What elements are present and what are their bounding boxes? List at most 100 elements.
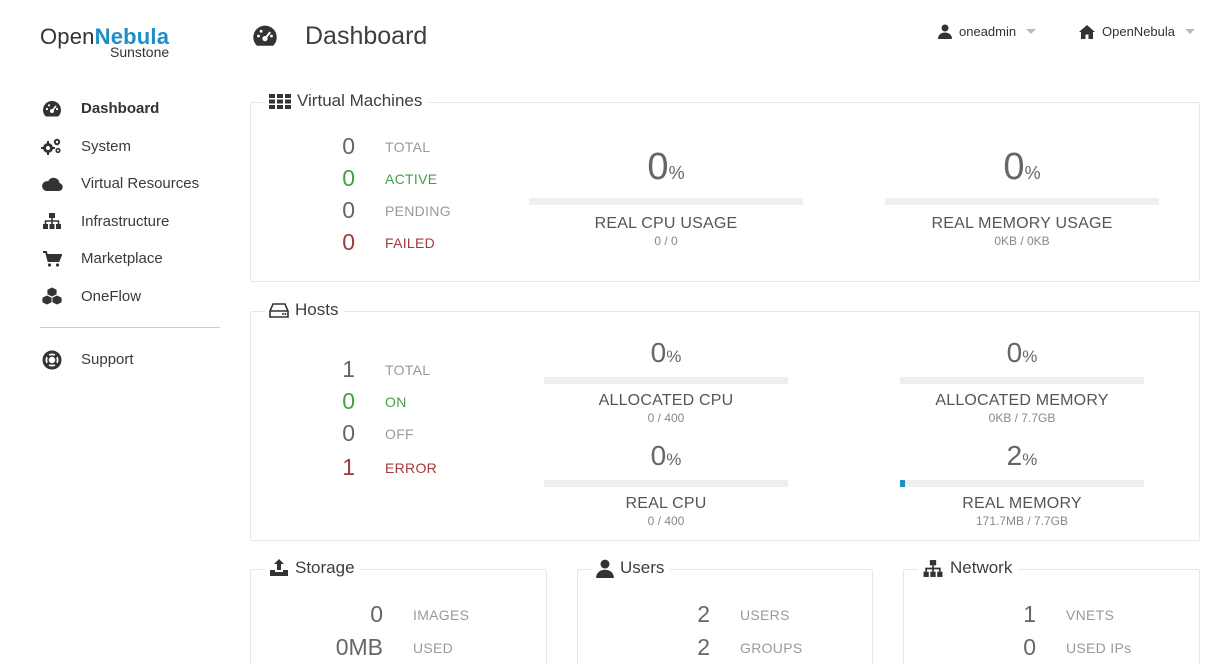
cogs-icon [40,136,64,156]
user-menu[interactable]: oneadmin [938,24,1037,39]
hosts-panel: Hosts 1 TOTAL 0 ON 0 OFF 1 ERROR 0% ALLO… [250,300,1200,541]
count-value: 0 [342,197,355,223]
zone-menu[interactable]: OpenNebula [1079,24,1195,39]
cloud-icon [40,174,64,194]
opennebula-logo[interactable]: OpenNebula Sunstone [40,24,200,60]
stat-value: 1 [1023,601,1036,627]
lifering-icon [40,350,64,370]
gauge-bar [544,480,788,487]
cart-icon [40,249,64,269]
count-label: TOTAL [385,138,431,155]
sidebar-item-label: OneFlow [81,287,142,305]
count-value: 0 [342,420,355,446]
gauge-bar [544,377,788,384]
count-label: FAILED [385,234,436,251]
gauge-value: 0 [650,440,667,471]
users-panel-header[interactable]: Users [592,558,671,578]
gauge-unit: % [666,450,682,469]
count-label: ACTIVE [385,170,438,187]
user-icon [596,559,614,578]
cubes-icon [40,286,64,306]
network-stat-vnets[interactable]: 1 VNETS [904,601,1114,628]
dashboard-icon [252,24,278,50]
vm-real-cpu-gauge: 0% REAL CPU USAGE 0 / 0 [529,145,803,248]
vms-panel-title: Virtual Machines [297,91,423,110]
zone-name: OpenNebula [1102,24,1175,39]
gauge-value: 2 [1006,440,1023,471]
count-label: TOTAL [385,361,431,378]
gauge-unit: % [1022,347,1038,366]
stat-label: USERS [740,606,790,623]
sidebar-item-support[interactable]: Support [40,341,220,379]
users-stat-groups[interactable]: 2 GROUPS [578,634,802,661]
stat-value: 2 [697,634,710,660]
sidebar-item-marketplace[interactable]: Marketplace [40,240,220,278]
hosts-panel-header[interactable]: Hosts [265,300,345,320]
storage-stat-images[interactable]: 0 IMAGES [251,601,469,628]
sidebar-item-virtual-resources[interactable]: Virtual Resources [40,165,220,203]
gauge-sub: 0 / 0 [654,234,678,248]
vm-count-pending[interactable]: 0 PENDING [251,197,451,224]
host-count-on[interactable]: 0 ON [251,388,407,415]
network-panel-title: Network [950,558,1013,577]
network-panel-header[interactable]: Network [918,558,1019,578]
gauge-unit: % [1024,163,1041,183]
storage-stat-used[interactable]: 0MB USED [251,634,453,661]
sidebar-item-dashboard[interactable]: Dashboard [40,90,220,128]
sitemap-icon [40,211,64,231]
stat-label: USED [413,639,454,656]
sidebar-item-label: Virtual Resources [81,175,200,193]
sidebar-item-label: Support [81,351,134,369]
sidebar-item-label: Dashboard [81,100,160,118]
gauge-name: REAL MEMORY [962,495,1082,512]
count-value: 1 [342,356,355,382]
sitemap-icon [922,559,944,578]
grid-icon [269,93,291,109]
gauge-value: 0 [647,146,669,188]
stat-value: 0MB [335,634,383,660]
stat-label: VNETS [1066,606,1115,623]
page-title: Dashboard [252,22,427,51]
stat-label: IMAGES [413,606,470,623]
vm-count-active[interactable]: 0 ACTIVE [251,165,437,192]
sidebar-item-oneflow[interactable]: OneFlow [40,278,220,316]
sidebar-item-label: Marketplace [81,250,163,268]
gauge-fill [900,480,905,487]
count-value: 1 [342,454,355,480]
host-real-cpu-gauge: 0% REAL CPU 0 / 400 [544,439,788,528]
stat-value: 2 [697,601,710,627]
sidebar-item-label: Infrastructure [81,212,170,230]
chevron-down-icon [1185,29,1195,34]
host-count-total[interactable]: 1 TOTAL [251,356,430,383]
gauge-sub: 0KB / 7.7GB [988,411,1056,425]
users-panel: Users 2 USERS 2 GROUPS [577,558,873,664]
users-stat-users[interactable]: 2 USERS [578,601,790,628]
user-name: oneadmin [959,24,1017,39]
stat-value: 0 [1023,634,1036,660]
count-label: OFF [385,425,414,442]
gauge-name: REAL CPU [625,495,707,512]
storage-panel-title: Storage [295,558,355,577]
sidebar-item-infrastructure[interactable]: Infrastructure [40,203,220,241]
gauge-sub: 0 / 400 [647,514,685,528]
sidebar-item-system[interactable]: System [40,128,220,166]
gauge-unit: % [668,163,685,183]
sidebar-nav: Dashboard System Virtual Resources Infra… [40,90,220,379]
gauge-value: 0 [1003,146,1025,188]
vm-count-failed[interactable]: 0 FAILED [251,229,435,256]
sidebar-item-label: System [81,137,132,155]
storage-panel: Storage 0 IMAGES 0MB USED [250,558,547,664]
user-icon [938,24,952,39]
gauge-sub: 0KB / 0KB [994,234,1050,248]
network-panel: Network 1 VNETS 0 USED IPs [903,558,1200,664]
vms-panel-header[interactable]: Virtual Machines [265,91,429,111]
count-label: ERROR [385,459,438,476]
home-icon [1079,24,1095,39]
storage-panel-header[interactable]: Storage [265,558,361,578]
upload-icon [269,559,289,577]
network-stat-used-ips[interactable]: 0 USED IPs [904,634,1131,661]
gauge-unit: % [1022,450,1038,469]
vm-count-total[interactable]: 0 TOTAL [251,133,430,160]
host-count-error[interactable]: 1 ERROR [251,454,437,481]
host-count-off[interactable]: 0 OFF [251,420,414,447]
